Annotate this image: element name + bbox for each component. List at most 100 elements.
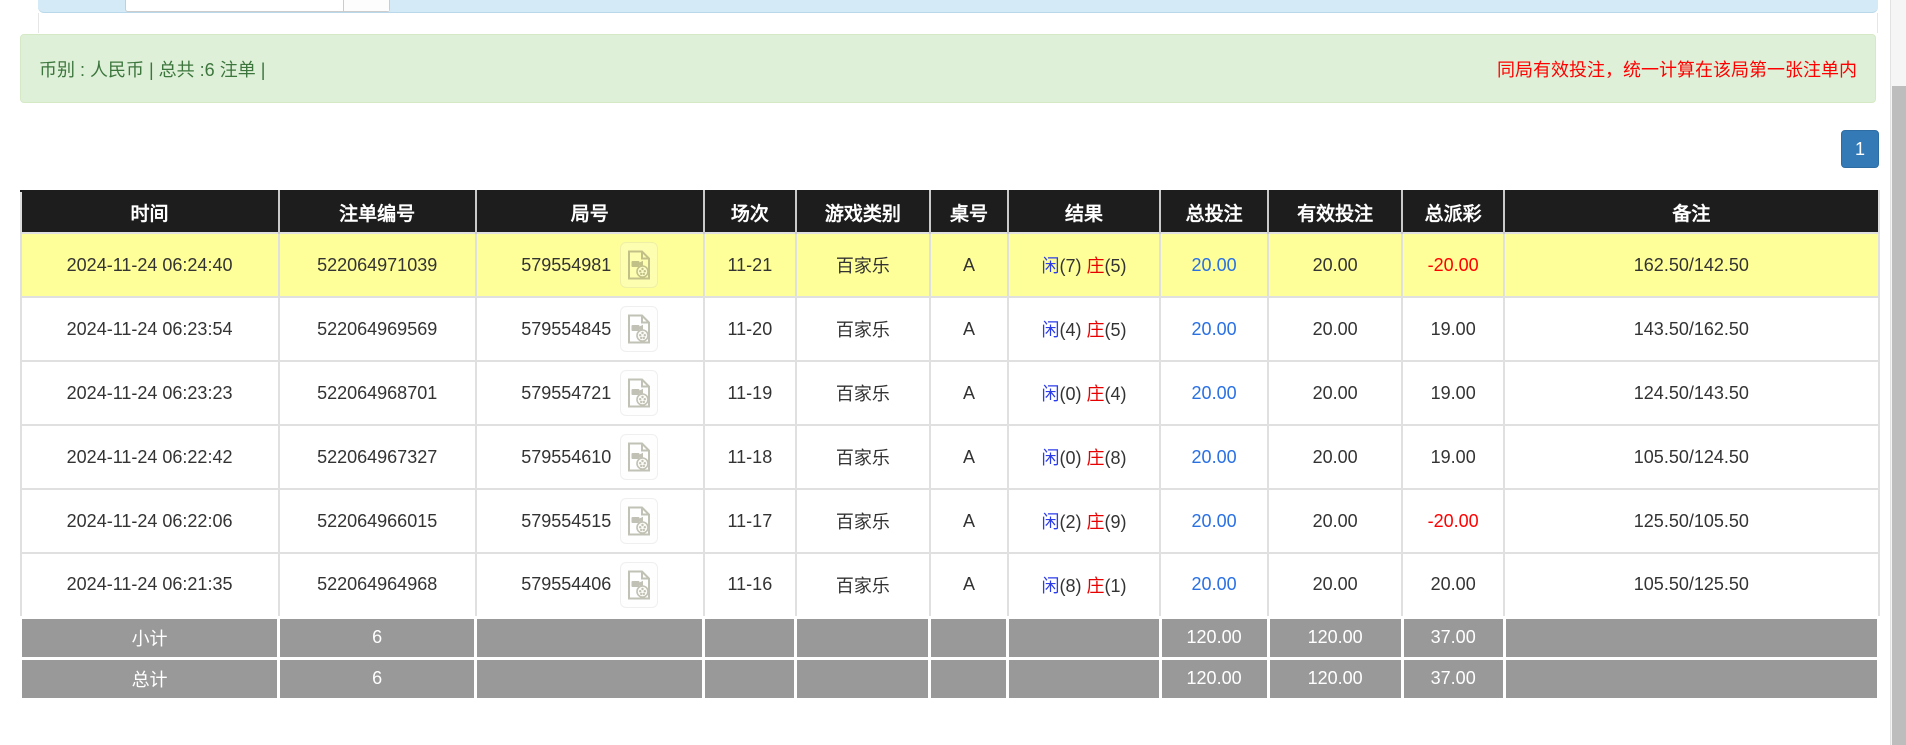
header-session: 场次 — [702, 190, 797, 233]
cell-total-bet-link[interactable]: 20.00 — [1159, 360, 1270, 426]
top-panel-header — [38, 0, 1878, 13]
round-no-text: 579554721 — [521, 382, 612, 403]
result-player-value: (8) — [1059, 575, 1082, 596]
cell-bet-no: 522064964968 — [277, 552, 477, 618]
cell-total-bet-link[interactable]: 20.00 — [1159, 296, 1270, 362]
cell-game-type: 百家乐 — [794, 424, 931, 490]
result-player-value: (0) — [1059, 448, 1082, 468]
header-result: 结果 — [1006, 190, 1162, 233]
table-row: 2024-11-24 06:22:42 522064967327 5795546… — [19, 424, 1880, 490]
video-record-icon[interactable] — [620, 434, 659, 480]
header-total-bet: 总投注 — [1159, 190, 1270, 233]
cell-bet-no: 522064968701 — [277, 360, 477, 426]
footer-valid-bet: 120.00 — [1266, 656, 1404, 701]
cell-round-no: 579554981 — [474, 232, 705, 298]
cell-total-payout: 19.00 — [1401, 424, 1506, 490]
vertical-scrollbar[interactable] — [1890, 0, 1906, 745]
top-search-button[interactable] — [343, 0, 389, 11]
cell-table-no: A — [928, 488, 1009, 554]
panel-left-border — [38, 13, 39, 33]
video-record-icon[interactable] — [620, 306, 659, 352]
cell-game-type: 百家乐 — [794, 488, 931, 554]
top-search-input-group[interactable] — [125, 0, 390, 12]
cell-round-no: 579554845 — [474, 296, 705, 362]
cell-time: 2024-11-24 06:23:54 — [19, 296, 280, 362]
table-row: 2024-11-24 06:21:35 522064964968 5795544… — [19, 552, 1880, 618]
cell-total-bet-link[interactable]: 20.00 — [1159, 232, 1270, 298]
footer-total-payout: 37.00 — [1400, 615, 1506, 660]
cell-result: 闲(2) 庄(9) — [1006, 488, 1162, 554]
result-player-label: 闲 — [1041, 256, 1060, 276]
result-banker-label: 庄 — [1086, 448, 1105, 468]
cell-game-type: 百家乐 — [794, 296, 931, 362]
cell-total-bet-link[interactable]: 20.00 — [1159, 424, 1270, 490]
cell-bet-no: 522064966015 — [277, 488, 477, 554]
cell-bet-no: 522064967327 — [277, 424, 477, 490]
cell-time: 2024-11-24 06:21:35 — [19, 552, 280, 618]
cell-bet-no: 522064969569 — [277, 296, 477, 362]
footer-total-bet: 120.00 — [1158, 615, 1270, 660]
result-player-value: (0) — [1059, 384, 1082, 404]
summary-alert: 币别 : 人民币 | 总共 :6 注单 | 同局有效投注，统一计算在该局第一张注… — [20, 34, 1876, 103]
cell-session: 11-18 — [702, 424, 797, 490]
cell-total-bet-link[interactable]: 20.00 — [1159, 552, 1270, 618]
cell-round-no: 579554610 — [474, 424, 705, 490]
cell-session: 11-17 — [702, 488, 797, 554]
cell-game-type: 百家乐 — [794, 552, 931, 618]
cell-round-no: 579554721 — [474, 360, 705, 426]
cell-valid-bet: 20.00 — [1267, 232, 1404, 298]
round-no-text: 579554610 — [521, 446, 612, 467]
cell-result: 闲(0) 庄(8) — [1006, 424, 1162, 490]
cell-remark: 162.50/142.50 — [1503, 232, 1880, 298]
result-banker-value: (4) — [1104, 384, 1127, 404]
result-banker-label: 庄 — [1086, 384, 1105, 404]
cell-session: 11-19 — [702, 360, 797, 426]
table-row: 2024-11-24 06:24:40 522064971039 5795549… — [19, 232, 1880, 298]
table-footer: 小计 6 120.00 120.00 37.00 总计 6 120.00 120… — [18, 615, 1881, 701]
result-banker-value: (9) — [1104, 512, 1127, 532]
result-banker-label: 庄 — [1086, 256, 1105, 276]
result-player-label: 闲 — [1041, 320, 1060, 340]
table-row: 2024-11-24 06:23:54 522064969569 5795548… — [19, 296, 1880, 362]
cell-session: 11-21 — [702, 232, 797, 298]
header-game-type: 游戏类别 — [794, 190, 931, 233]
cell-table-no: A — [928, 552, 1009, 618]
header-total-payout: 总派彩 — [1401, 190, 1506, 233]
result-player-label: 闲 — [1041, 384, 1060, 404]
video-record-icon[interactable] — [620, 242, 659, 288]
cell-result: 闲(7) 庄(5) — [1006, 232, 1162, 298]
cell-round-no: 579554406 — [474, 552, 705, 618]
cell-table-no: A — [928, 360, 1009, 426]
cell-game-type: 百家乐 — [794, 360, 931, 426]
cell-remark: 125.50/105.50 — [1503, 488, 1880, 554]
top-search-input[interactable] — [126, 0, 343, 11]
footer-count: 6 — [277, 656, 478, 701]
result-banker-label: 庄 — [1086, 575, 1105, 596]
footer-total-payout: 37.00 — [1400, 656, 1506, 701]
cell-total-payout: 19.00 — [1401, 296, 1506, 362]
currency-summary-text: 币别 : 人民币 | 总共 :6 注单 | — [39, 59, 266, 80]
bet-records-table: 时间 注单编号 局号 场次 游戏类别 桌号 结果 总投注 有效投注 总派彩 备注… — [18, 190, 1881, 701]
cell-remark: 143.50/162.50 — [1503, 296, 1880, 362]
cell-valid-bet: 20.00 — [1267, 296, 1404, 362]
cell-time: 2024-11-24 06:23:23 — [19, 360, 280, 426]
video-record-icon[interactable] — [620, 561, 659, 608]
cell-total-bet-link[interactable]: 20.00 — [1159, 488, 1270, 554]
result-player-label: 闲 — [1041, 512, 1060, 532]
cell-remark: 105.50/124.50 — [1503, 424, 1880, 490]
video-record-icon[interactable] — [620, 370, 659, 416]
header-remark: 备注 — [1503, 190, 1880, 233]
result-player-label: 闲 — [1041, 575, 1060, 596]
scrollbar-thumb[interactable] — [1892, 86, 1906, 745]
cell-total-payout: -20.00 — [1401, 232, 1506, 298]
cell-total-payout: 19.00 — [1401, 360, 1506, 426]
video-record-icon[interactable] — [620, 498, 659, 544]
cell-remark: 124.50/143.50 — [1503, 360, 1880, 426]
result-player-value: (7) — [1059, 256, 1082, 276]
header-round-no: 局号 — [474, 190, 705, 233]
cell-table-no: A — [928, 232, 1009, 298]
footer-count: 6 — [277, 615, 478, 660]
pagination-page-1-button[interactable]: 1 — [1841, 130, 1879, 168]
footer-label: 小计 — [18, 615, 281, 660]
cell-time: 2024-11-24 06:22:06 — [19, 488, 280, 554]
